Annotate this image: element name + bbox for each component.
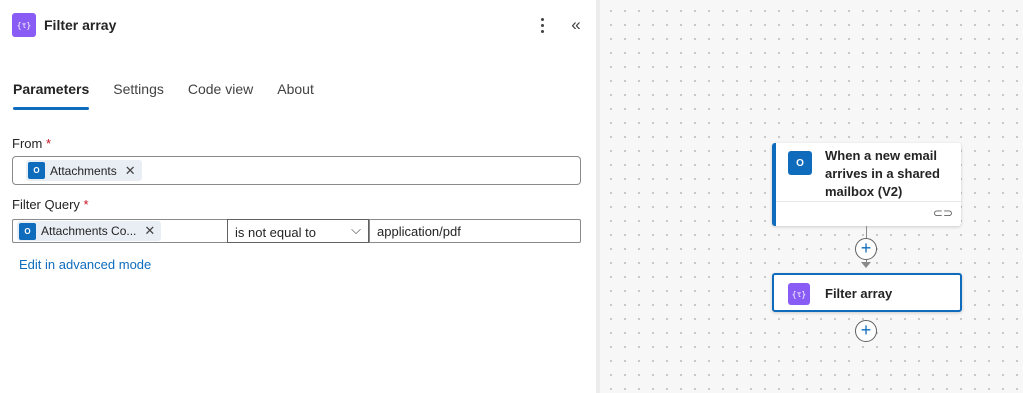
operator-dropdown[interactable]: is not equal to ⌵ [227,219,369,243]
operator-value: is not equal to [235,225,316,240]
attachments-token[interactable]: O Attachments ✕ [26,160,142,181]
tab-bar: Parameters Settings Code view About [13,78,338,110]
arrow-down-icon [861,262,871,268]
tab-code-view[interactable]: Code view [188,78,253,110]
required-mark: * [45,136,52,151]
trigger-title: When a new email arrives in a shared mai… [825,148,940,199]
from-label-text: From [12,136,43,151]
chevron-down-icon: ⌵ [351,222,361,237]
collapse-panel-icon[interactable]: « [566,13,586,37]
token-label: Attachments [50,163,117,178]
from-input[interactable]: O Attachments ✕ [12,156,581,185]
remove-token-icon[interactable]: ✕ [125,163,136,179]
card-divider [776,201,961,202]
more-options-icon[interactable] [535,13,549,37]
flow-canvas[interactable]: O When a new email arrives in a shared m… [600,0,1023,393]
action-title: Filter array [825,286,893,301]
edit-advanced-mode-link[interactable]: Edit in advanced mode [19,257,151,272]
attachments-content-type-token[interactable]: O Attachments Co... ✕ [17,221,162,241]
panel-header: {τ} Filter array « [0,0,596,50]
outlook-icon: O [19,222,36,240]
add-step-button[interactable]: + [855,320,877,342]
connector-line [866,226,867,238]
token-label: Attachments Co... [41,224,137,238]
from-label: From * [12,136,51,151]
add-step-button[interactable]: + [855,238,877,260]
filter-query-label: Filter Query * [12,197,89,212]
tab-settings[interactable]: Settings [113,78,164,110]
outlook-icon: O [28,162,45,179]
filter-array-card[interactable]: {τ} Filter array [772,273,962,312]
tab-parameters[interactable]: Parameters [13,78,90,110]
required-mark: * [83,197,89,212]
filter-query-row: O Attachments Co... ✕ is not equal to ⌵ … [12,219,581,243]
filter-left-operand-input[interactable]: O Attachments Co... ✕ [13,220,227,242]
filter-array-icon: {τ} [788,283,810,305]
filter-right-operand-input[interactable]: application/pdf [369,220,580,242]
remove-token-icon[interactable]: ✕ [144,223,155,239]
link-icon[interactable]: ⊂⊃ [933,206,953,220]
filter-array-icon: {τ} [12,13,36,37]
filter-array-panel: {τ} Filter array « Parameters Settings C… [0,0,596,393]
filter-query-label-text: Filter Query [12,197,80,212]
outlook-icon: O [788,151,812,175]
trigger-card[interactable]: O When a new email arrives in a shared m… [772,143,961,226]
tab-about[interactable]: About [277,78,314,110]
panel-title: Filter array [44,17,117,33]
